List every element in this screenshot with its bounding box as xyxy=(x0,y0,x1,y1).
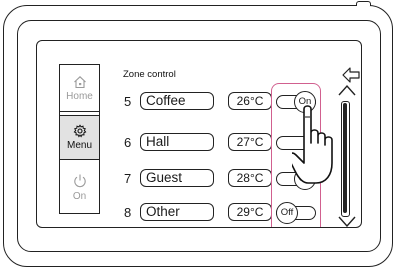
temperature-field[interactable]: 26°C xyxy=(228,92,272,110)
zone-name-field[interactable]: Other xyxy=(140,203,214,221)
sidebar-item-label: Home xyxy=(66,90,93,102)
zone-name-field[interactable]: Guest xyxy=(140,169,214,187)
pointing-hand-icon xyxy=(292,105,333,184)
zone-name-field[interactable]: Coffee xyxy=(140,92,214,110)
page-title: Zone control xyxy=(123,69,176,80)
sidebar-item-menu[interactable]: Menu xyxy=(60,115,99,160)
zone-number: 6 xyxy=(124,135,132,150)
sidebar-item-label: On xyxy=(72,190,87,202)
gear-icon xyxy=(73,124,86,138)
zone-name-field[interactable]: Hall xyxy=(140,133,214,151)
back-arrow-icon[interactable] xyxy=(341,67,361,83)
temperature-field[interactable]: 29°C xyxy=(228,203,272,221)
sidebar: Home Menu On xyxy=(59,64,100,214)
sidebar-item-home[interactable]: Home xyxy=(60,65,99,112)
device-side-button xyxy=(356,1,371,6)
zone-number: 7 xyxy=(124,171,132,186)
temperature-field[interactable]: 27°C xyxy=(228,133,272,151)
zone-number: 5 xyxy=(124,94,132,109)
zone-number: 8 xyxy=(124,205,132,220)
sidebar-item-on[interactable]: On xyxy=(60,161,99,213)
chevron-down-icon[interactable] xyxy=(337,215,357,228)
temperature-field[interactable]: 28°C xyxy=(228,169,272,187)
home-icon xyxy=(73,75,86,88)
sidebar-item-label: Menu xyxy=(66,140,92,151)
chevron-up-icon[interactable] xyxy=(337,83,357,97)
touch-screen: Home Menu On Zone control 5 Coffee 26°C … xyxy=(36,40,362,228)
power-icon xyxy=(73,174,86,187)
